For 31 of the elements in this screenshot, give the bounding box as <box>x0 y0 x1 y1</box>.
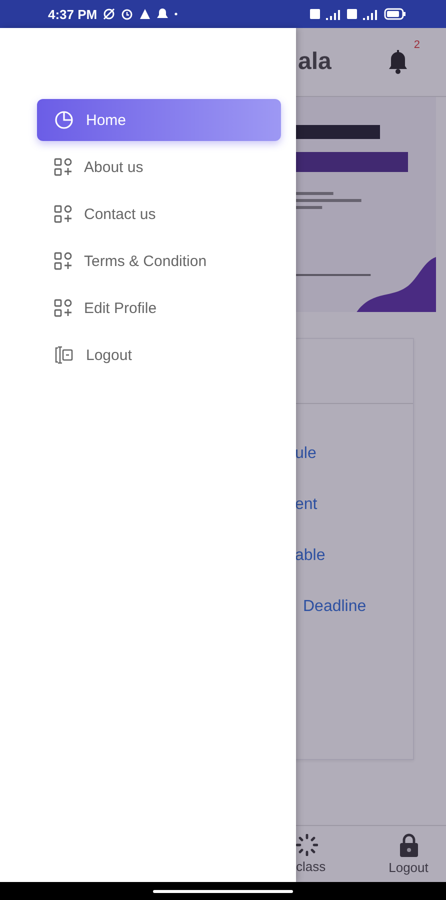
feature-link[interactable]: ent <box>296 493 413 516</box>
logout-icon <box>54 346 74 364</box>
nav-tab[interactable]: class <box>296 826 371 882</box>
pie-chart-icon <box>54 110 74 130</box>
alarm-icon <box>121 8 134 20</box>
grid-plus-icon <box>54 158 72 176</box>
warning-icon <box>139 8 152 20</box>
signal-icon <box>363 8 378 20</box>
menu-item[interactable]: Edit Profile <box>37 287 281 329</box>
feature-link[interactable]: ule <box>296 442 413 465</box>
grid-plus-icon <box>54 252 72 270</box>
spinner-icon <box>296 834 318 856</box>
menu-item[interactable]: Logout <box>37 334 281 376</box>
bell-icon[interactable] <box>386 49 410 75</box>
app-title: ala <box>297 48 332 76</box>
menu-item[interactable]: Home <box>37 99 281 141</box>
nav-tab[interactable]: Logout <box>371 826 446 882</box>
battery-icon <box>384 8 406 20</box>
lock-icon <box>398 833 418 857</box>
menu-item[interactable]: About us <box>37 146 281 188</box>
signal-icon <box>326 8 341 20</box>
status-time: 4:37 PM <box>48 6 98 22</box>
dot-icon <box>174 12 178 16</box>
menu-item[interactable]: Contact us <box>37 193 281 235</box>
home-indicator[interactable] <box>153 890 293 892</box>
grid-plus-icon <box>54 299 72 317</box>
grid-plus-icon <box>54 205 72 223</box>
menu-item[interactable]: Terms & Condition <box>37 240 281 282</box>
feature-link[interactable]: Deadline <box>296 595 413 618</box>
feature-link[interactable]: able <box>296 544 413 567</box>
notification-count: 2 <box>414 39 420 51</box>
